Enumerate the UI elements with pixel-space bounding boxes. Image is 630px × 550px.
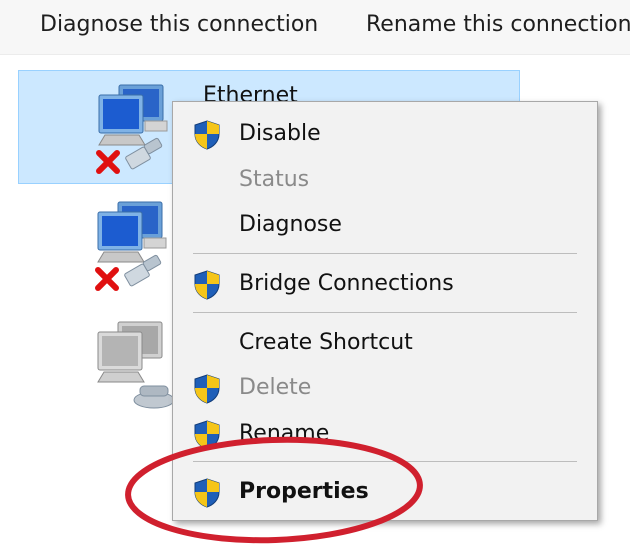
uac-shield-icon <box>194 420 220 450</box>
connection-item[interactable] <box>18 318 178 418</box>
menu-item-label: Bridge Connections <box>239 271 454 296</box>
uac-shield-icon <box>194 478 220 508</box>
uac-shield-icon <box>194 270 220 300</box>
menu-item-rename[interactable]: Rename <box>173 412 597 456</box>
error-x-icon <box>96 150 120 174</box>
error-x-icon <box>95 267 119 291</box>
menu-item-label: Delete <box>239 375 312 400</box>
rename-connection-button[interactable]: Rename this connection <box>366 12 630 37</box>
menu-item-status: Status <box>173 158 597 202</box>
dialup-phone-icon <box>133 385 175 409</box>
menu-item-label: Create Shortcut <box>239 330 413 355</box>
menu-item-label: Diagnose <box>239 212 342 237</box>
menu-item-label: Properties <box>239 479 369 504</box>
menu-separator <box>193 312 577 313</box>
context-menu: Disable Status Diagnose Bridge Connectio… <box>172 101 598 521</box>
uac-shield-icon <box>194 120 220 150</box>
network-computer-icon <box>95 201 167 291</box>
uac-shield-icon <box>194 374 220 404</box>
dialup-computer-icon <box>97 321 175 409</box>
command-bar: Diagnose this connection Rename this con… <box>0 0 630 55</box>
menu-item-label: Status <box>239 167 310 192</box>
menu-separator <box>193 461 577 462</box>
connection-item[interactable] <box>18 196 178 306</box>
menu-item-create-shortcut[interactable]: Create Shortcut <box>173 321 597 365</box>
menu-item-properties[interactable]: Properties <box>173 470 597 514</box>
diagnose-connection-button[interactable]: Diagnose this connection <box>40 12 318 37</box>
menu-separator <box>193 253 577 254</box>
menu-item-bridge-connections[interactable]: Bridge Connections <box>173 262 597 306</box>
menu-item-diagnose[interactable]: Diagnose <box>173 203 597 247</box>
menu-item-label: Disable <box>239 121 321 146</box>
menu-item-label: Rename <box>239 421 330 446</box>
menu-item-disable[interactable]: Disable <box>173 112 597 156</box>
menu-item-delete: Delete <box>173 366 597 410</box>
